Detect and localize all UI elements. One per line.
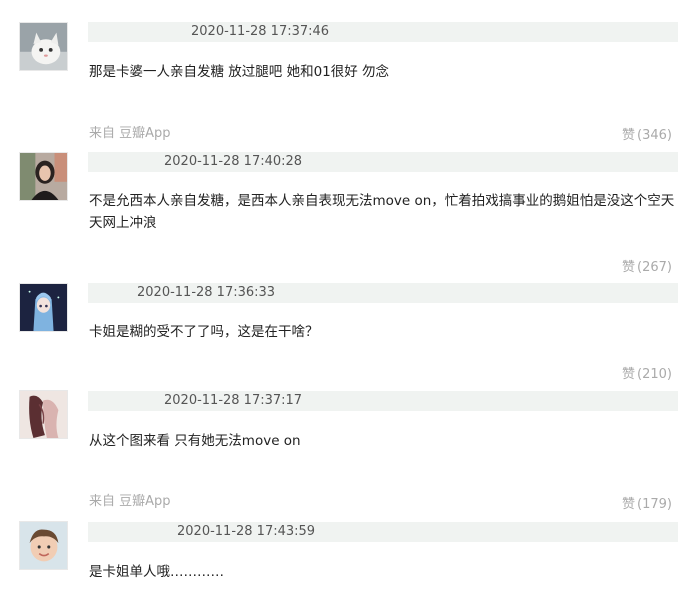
woman-avatar-icon bbox=[20, 153, 67, 200]
comment-text: 是卡姐单人哦………… bbox=[89, 564, 224, 580]
timestamp: 2020-11-28 17:36:33 bbox=[137, 285, 276, 300]
avatar[interactable] bbox=[19, 22, 68, 71]
like-label: 赞 bbox=[622, 497, 636, 512]
comment-text: 那是卡婆一人亲自发糖 放过腿吧 她和01很好 勿念 bbox=[89, 64, 390, 80]
like-count: (346) bbox=[637, 128, 672, 143]
comment-source[interactable]: 来自 豆瓣App bbox=[89, 490, 171, 509]
comment-header: 2020-11-28 17:37:17 bbox=[88, 391, 678, 411]
like-count: (210) bbox=[637, 367, 672, 382]
like-button[interactable]: 赞 (179) bbox=[620, 493, 672, 512]
avatar[interactable] bbox=[19, 521, 68, 570]
avatar[interactable] bbox=[19, 390, 68, 439]
like-label: 赞 bbox=[622, 260, 636, 275]
comment-source[interactable]: 来自 豆瓣App bbox=[89, 122, 171, 141]
timestamp: 2020-11-28 17:37:17 bbox=[164, 393, 303, 408]
comment-text: 不是允西本人亲自发糖，是西本人亲自表现无法move on，忙着拍戏搞事业的鹅姐怕… bbox=[89, 193, 675, 231]
like-button[interactable]: 赞 (346) bbox=[620, 124, 672, 143]
like-label: 赞 bbox=[622, 128, 636, 143]
timestamp: 2020-11-28 17:43:59 bbox=[177, 524, 316, 539]
comment-header: 2020-11-28 17:36:33 bbox=[88, 283, 678, 303]
comment-text: 卡姐是糊的受不了了吗，这是在干啥？ bbox=[89, 324, 319, 340]
like-count: (267) bbox=[637, 260, 672, 275]
anime-girl-avatar-icon bbox=[20, 284, 67, 331]
timestamp: 2020-11-28 17:40:28 bbox=[164, 154, 303, 169]
like-button[interactable]: 赞 (210) bbox=[620, 363, 672, 382]
avatar[interactable] bbox=[19, 283, 68, 332]
like-button[interactable]: 赞 (267) bbox=[620, 256, 672, 275]
comment-text: 从这个图来看 只有她无法move on bbox=[89, 433, 301, 449]
like-label: 赞 bbox=[622, 367, 636, 382]
like-count: (179) bbox=[637, 497, 672, 512]
sketch-avatar-icon bbox=[20, 391, 67, 438]
comment-header: 2020-11-28 17:40:28 bbox=[88, 152, 678, 172]
timestamp: 2020-11-28 17:37:46 bbox=[191, 24, 330, 39]
avatar[interactable] bbox=[19, 152, 68, 201]
comment-header: 2020-11-28 17:43:59 bbox=[88, 522, 678, 542]
cat-avatar-icon bbox=[20, 23, 67, 70]
child-avatar-icon bbox=[20, 522, 67, 569]
comment-header: 2020-11-28 17:37:46 bbox=[88, 22, 678, 42]
